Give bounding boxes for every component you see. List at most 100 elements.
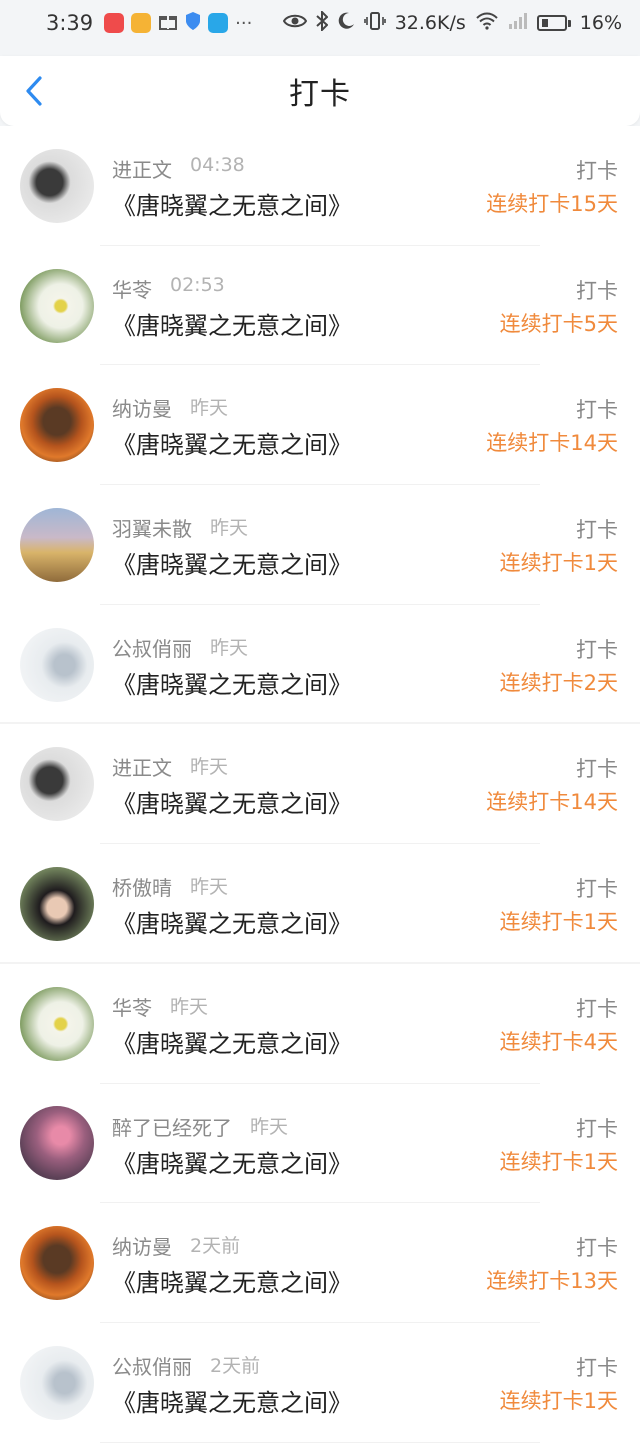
status-right: 32.6K/s 16% [282,9,622,36]
list-item[interactable]: 纳访曼 昨天 《唐晓翼之无意之间》 打卡 连续打卡14天 [0,365,640,485]
list-item[interactable]: 公叔俏丽 2天前 《唐晓翼之无意之间》 打卡 连续打卡1天 [0,1323,640,1443]
list-item[interactable]: 醉了已经死了 昨天 《唐晓翼之无意之间》 打卡 连续打卡1天 [0,1084,640,1204]
vibrate-icon [363,11,386,36]
more-dots-icon: ··· [235,12,253,34]
streak-label: 连续打卡14天 [486,790,618,815]
streak-label: 连续打卡1天 [499,1149,618,1174]
checkin-time: 昨天 [190,756,229,779]
book-title[interactable]: 《唐晓翼之无意之间》 [112,784,352,819]
checkin-label: 打卡 [576,996,618,1021]
battery-icon [536,15,571,31]
list-item[interactable]: 纳访曼 2天前 《唐晓翼之无意之间》 打卡 连续打卡13天 [0,1203,640,1323]
avatar[interactable] [20,986,94,1061]
streak-label: 连续打卡1天 [499,910,618,935]
wifi-icon [475,12,499,35]
checkin-label: 打卡 [576,877,618,902]
checkin-label: 打卡 [576,757,618,782]
eye-icon [282,12,307,34]
streak-label: 连续打卡15天 [486,192,618,216]
user-name[interactable]: 华苓 [112,274,152,303]
avatar[interactable] [20,747,94,822]
user-name[interactable]: 公叔俏丽 [112,1351,192,1380]
list-item[interactable]: 桥傲晴 昨天 《唐晓翼之无意之间》 打卡 连续打卡1天 [0,844,640,964]
avatar[interactable] [20,1106,94,1181]
checkin-label: 打卡 [576,518,618,543]
checkin-label: 打卡 [576,1355,618,1380]
checkin-time: 昨天 [170,995,209,1018]
checkin-time: 昨天 [190,876,229,899]
moon-icon [337,12,355,35]
streak-label: 连续打卡1天 [499,551,618,576]
avatar[interactable] [20,1345,94,1420]
huawei-app-icon [104,13,125,33]
avatar[interactable] [20,507,94,582]
streak-label: 连续打卡1天 [499,1388,618,1413]
user-name[interactable]: 进正文 [112,154,172,183]
streak-label: 连续打卡14天 [486,431,618,456]
streak-label: 连续打卡4天 [499,1029,618,1054]
book-title[interactable]: 《唐晓翼之无意之间》 [112,904,352,939]
battery-percent: 16% [579,12,622,34]
status-bar: 3:39 ··· 32.6K/s 16% [0,0,640,46]
list-item[interactable]: 进正文 昨天 《唐晓翼之无意之间》 打卡 连续打卡14天 [0,724,640,844]
list-item[interactable]: 进正文 04:38 《唐晓翼之无意之间》 打卡 连续打卡15天 [0,126,640,246]
user-name[interactable]: 纳访曼 [112,393,172,422]
signal-icon [508,12,528,35]
book-title[interactable]: 《唐晓翼之无意之间》 [112,425,352,460]
user-name[interactable]: 华苓 [112,992,152,1021]
checkin-label: 打卡 [576,278,618,303]
checkin-label: 打卡 [576,159,618,183]
book-title[interactable]: 《唐晓翼之无意之间》 [112,1383,352,1418]
network-speed: 32.6K/s [394,12,466,34]
list-item[interactable]: 公叔俏丽 昨天 《唐晓翼之无意之间》 打卡 连续打卡2天 [0,605,640,725]
streak-label: 连续打卡13天 [486,1269,618,1294]
book-title[interactable]: 《唐晓翼之无意之间》 [112,1024,352,1059]
user-name[interactable]: 纳访曼 [112,1231,172,1260]
status-time: 3:39 [46,11,94,35]
list-item[interactable]: 华苓 02:53 《唐晓翼之无意之间》 打卡 连续打卡5天 [0,246,640,366]
avatar[interactable] [20,388,94,463]
shield-icon [185,11,201,36]
checkin-list: 进正文 04:38 《唐晓翼之无意之间》 打卡 连续打卡15天 华苓 02:53 《… [0,126,640,1443]
book-title[interactable]: 《唐晓翼之无意之间》 [112,665,352,700]
checkin-time: 昨天 [250,1115,289,1138]
checkin-label: 打卡 [576,1116,618,1141]
book-title[interactable]: 《唐晓翼之无意之间》 [112,1263,352,1298]
back-button[interactable] [18,74,52,108]
list-item[interactable]: 华苓 昨天 《唐晓翼之无意之间》 打卡 连续打卡4天 [0,964,640,1084]
avatar[interactable] [20,148,94,223]
avatar[interactable] [20,1226,94,1301]
checkin-label: 打卡 [576,398,618,423]
streak-label: 连续打卡2天 [499,670,618,695]
streak-label: 连续打卡5天 [499,311,618,336]
checkin-label: 打卡 [576,637,618,662]
status-left: 3:39 ··· [46,11,252,36]
checkin-time: 昨天 [190,397,229,420]
user-name[interactable]: 醉了已经死了 [112,1112,232,1141]
bluetooth-icon [316,9,329,36]
gift-icon [158,11,178,36]
avatar[interactable] [20,627,94,702]
search-app-icon [208,13,229,33]
list-item[interactable]: 羽翼未散 昨天 《唐晓翼之无意之间》 打卡 连续打卡1天 [0,485,640,605]
header: 打卡 [0,56,640,126]
avatar[interactable] [20,268,94,343]
book-title[interactable]: 《唐晓翼之无意之间》 [112,545,352,580]
checkin-time: 昨天 [210,517,249,540]
avatar[interactable] [20,866,94,941]
checkin-time: 昨天 [210,636,249,659]
checkin-time: 2天前 [210,1354,261,1377]
checkin-time: 02:53 [170,273,225,296]
book-title[interactable]: 《唐晓翼之无意之间》 [112,306,352,341]
checkin-label: 打卡 [576,1236,618,1261]
user-name[interactable]: 进正文 [112,752,172,781]
user-name[interactable]: 桥傲晴 [112,872,172,901]
checkin-time: 04:38 [190,154,245,176]
user-name[interactable]: 羽翼未散 [112,513,192,542]
checkin-time: 2天前 [190,1235,241,1258]
weibo-icon [131,13,152,33]
book-title[interactable]: 《唐晓翼之无意之间》 [112,1144,352,1179]
user-name[interactable]: 公叔俏丽 [112,633,192,662]
chevron-left-icon [26,76,42,106]
book-title[interactable]: 《唐晓翼之无意之间》 [112,186,352,221]
